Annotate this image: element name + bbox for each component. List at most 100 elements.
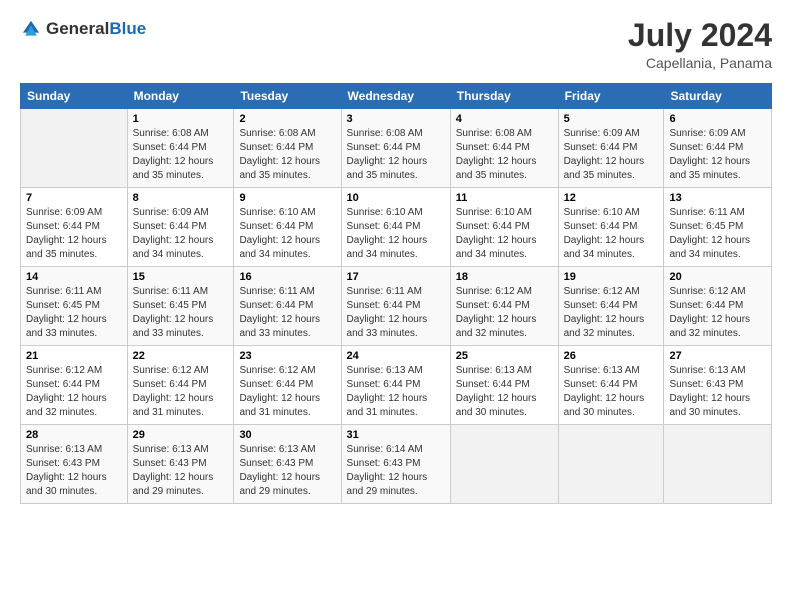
cell-w1-d6: 5Sunrise: 6:09 AMSunset: 6:44 PMDaylight…	[558, 109, 664, 188]
day-info: Sunrise: 6:09 AMSunset: 6:44 PMDaylight:…	[133, 206, 229, 262]
calendar-header: Sunday Monday Tuesday Wednesday Thursday…	[21, 84, 772, 109]
day-number: 26	[564, 350, 659, 362]
day-info: Sunrise: 6:08 AMSunset: 6:44 PMDaylight:…	[456, 127, 553, 183]
day-info: Sunrise: 6:08 AMSunset: 6:44 PMDaylight:…	[239, 127, 335, 183]
main-title: July 2024	[628, 18, 772, 53]
cell-w1-d3: 2 Sunrise: 6:08 AMSunset: 6:44 PMDaylight…	[234, 109, 341, 188]
cell-w3-d6: 19 Sunrise: 6:12 AMSunset: 6:44 PMDayligh…	[558, 267, 664, 346]
day-info: Sunrise: 6:11 AMSunset: 6:45 PMDaylight:…	[133, 285, 229, 341]
cell-w5-d7	[664, 425, 772, 504]
day-info: Sunrise: 6:09 AMSunset: 6:44 PMDaylight:…	[26, 206, 122, 262]
day-info: Sunrise: 6:11 AMSunset: 6:44 PMDaylight:…	[347, 285, 445, 341]
day-number: 19	[564, 271, 659, 283]
day-number: 8	[133, 192, 229, 204]
day-number: 17	[347, 271, 445, 283]
logo-text: GeneralBlue	[46, 19, 146, 39]
cell-w2-d1: 7 Sunrise: 6:09 AMSunset: 6:44 PMDaylight…	[21, 188, 128, 267]
day-info: Sunrise: 6:10 AMSunset: 6:44 PMDaylight:…	[564, 206, 659, 262]
day-info: Sunrise: 6:13 AMSunset: 6:43 PMDaylight:…	[669, 364, 766, 420]
day-info: Sunrise: 6:14 AMSunset: 6:43 PMDaylight:…	[347, 443, 445, 499]
day-number: 31	[347, 429, 445, 441]
header-sunday: Sunday	[21, 84, 128, 109]
day-number: 20	[669, 271, 766, 283]
day-number: 10	[347, 192, 445, 204]
day-number: 5	[564, 113, 659, 125]
cell-w3-d4: 17 Sunrise: 6:11 AMSunset: 6:44 PMDayligh…	[341, 267, 450, 346]
cell-w3-d5: 18 Sunrise: 6:12 AMSunset: 6:44 PMDayligh…	[450, 267, 558, 346]
day-number: 15	[133, 271, 229, 283]
cell-w5-d6	[558, 425, 664, 504]
day-info: Sunrise: 6:08 AMSunset: 6:44 PMDaylight:…	[347, 127, 445, 183]
logo-blue: Blue	[109, 19, 146, 38]
cell-w3-d1: 14 Sunrise: 6:11 AMSunset: 6:45 PMDayligh…	[21, 267, 128, 346]
day-number: 30	[239, 429, 335, 441]
cell-w4-d6: 26Sunrise: 6:13 AMSunset: 6:44 PMDayligh…	[558, 346, 664, 425]
header-row: Sunday Monday Tuesday Wednesday Thursday…	[21, 84, 772, 109]
cell-w3-d7: 20Sunrise: 6:12 AMSunset: 6:44 PMDayligh…	[664, 267, 772, 346]
header: GeneralBlue July 2024 Capellania, Panama	[20, 18, 772, 71]
day-number: 28	[26, 429, 122, 441]
day-number: 25	[456, 350, 553, 362]
day-number: 14	[26, 271, 122, 283]
day-info: Sunrise: 6:13 AMSunset: 6:43 PMDaylight:…	[239, 443, 335, 499]
day-info: Sunrise: 6:13 AMSunset: 6:44 PMDaylight:…	[347, 364, 445, 420]
cell-w4-d1: 21Sunrise: 6:12 AMSunset: 6:44 PMDayligh…	[21, 346, 128, 425]
day-number: 22	[133, 350, 229, 362]
day-info: Sunrise: 6:12 AMSunset: 6:44 PMDaylight:…	[26, 364, 122, 420]
week-row-2: 7 Sunrise: 6:09 AMSunset: 6:44 PMDaylight…	[21, 188, 772, 267]
cell-w3-d3: 16Sunrise: 6:11 AMSunset: 6:44 PMDayligh…	[234, 267, 341, 346]
cell-w4-d2: 22 Sunrise: 6:12 AMSunset: 6:44 PMDayligh…	[127, 346, 234, 425]
day-number: 12	[564, 192, 659, 204]
day-info: Sunrise: 6:13 AMSunset: 6:43 PMDaylight:…	[133, 443, 229, 499]
day-number: 18	[456, 271, 553, 283]
calendar-body: 1 Sunrise: 6:08 AMSunset: 6:44 PMDaylight…	[21, 109, 772, 504]
cell-w5-d1: 28 Sunrise: 6:13 AMSunset: 6:43 PMDayligh…	[21, 425, 128, 504]
header-friday: Friday	[558, 84, 664, 109]
cell-w2-d5: 11 Sunrise: 6:10 AMSunset: 6:44 PMDayligh…	[450, 188, 558, 267]
cell-w4-d4: 24Sunrise: 6:13 AMSunset: 6:44 PMDayligh…	[341, 346, 450, 425]
day-number: 3	[347, 113, 445, 125]
day-info: Sunrise: 6:11 AMSunset: 6:45 PMDaylight:…	[26, 285, 122, 341]
cell-w2-d2: 8 Sunrise: 6:09 AMSunset: 6:44 PMDaylight…	[127, 188, 234, 267]
day-number: 6	[669, 113, 766, 125]
cell-w2-d6: 12 Sunrise: 6:10 AMSunset: 6:44 PMDayligh…	[558, 188, 664, 267]
week-row-1: 1 Sunrise: 6:08 AMSunset: 6:44 PMDaylight…	[21, 109, 772, 188]
day-info: Sunrise: 6:10 AMSunset: 6:44 PMDaylight:…	[456, 206, 553, 262]
week-row-3: 14 Sunrise: 6:11 AMSunset: 6:45 PMDayligh…	[21, 267, 772, 346]
calendar-table: Sunday Monday Tuesday Wednesday Thursday…	[20, 83, 772, 504]
day-number: 11	[456, 192, 553, 204]
day-number: 4	[456, 113, 553, 125]
day-number: 1	[133, 113, 229, 125]
cell-w4-d3: 23Sunrise: 6:12 AMSunset: 6:44 PMDayligh…	[234, 346, 341, 425]
cell-w5-d5	[450, 425, 558, 504]
subtitle: Capellania, Panama	[628, 55, 772, 71]
cell-w1-d4: 3 Sunrise: 6:08 AMSunset: 6:44 PMDaylight…	[341, 109, 450, 188]
day-number: 27	[669, 350, 766, 362]
cell-w2-d4: 10Sunrise: 6:10 AMSunset: 6:44 PMDayligh…	[341, 188, 450, 267]
logo: GeneralBlue	[20, 18, 146, 40]
cell-w4-d7: 27 Sunrise: 6:13 AMSunset: 6:43 PMDayligh…	[664, 346, 772, 425]
cell-w4-d5: 25 Sunrise: 6:13 AMSunset: 6:44 PMDayligh…	[450, 346, 558, 425]
page: GeneralBlue July 2024 Capellania, Panama…	[0, 0, 792, 612]
day-info: Sunrise: 6:13 AMSunset: 6:44 PMDaylight:…	[456, 364, 553, 420]
cell-w2-d3: 9Sunrise: 6:10 AMSunset: 6:44 PMDaylight…	[234, 188, 341, 267]
day-number: 2	[239, 113, 335, 125]
day-info: Sunrise: 6:10 AMSunset: 6:44 PMDaylight:…	[239, 206, 335, 262]
logo-general: General	[46, 19, 109, 38]
day-number: 7	[26, 192, 122, 204]
header-wednesday: Wednesday	[341, 84, 450, 109]
day-info: Sunrise: 6:09 AMSunset: 6:44 PMDaylight:…	[669, 127, 766, 183]
day-info: Sunrise: 6:12 AMSunset: 6:44 PMDaylight:…	[564, 285, 659, 341]
day-number: 16	[239, 271, 335, 283]
cell-w2-d7: 13Sunrise: 6:11 AMSunset: 6:45 PMDayligh…	[664, 188, 772, 267]
header-monday: Monday	[127, 84, 234, 109]
day-info: Sunrise: 6:13 AMSunset: 6:43 PMDaylight:…	[26, 443, 122, 499]
cell-w5-d2: 29Sunrise: 6:13 AMSunset: 6:43 PMDayligh…	[127, 425, 234, 504]
cell-w3-d2: 15 Sunrise: 6:11 AMSunset: 6:45 PMDayligh…	[127, 267, 234, 346]
day-number: 13	[669, 192, 766, 204]
cell-w1-d2: 1Sunrise: 6:08 AMSunset: 6:44 PMDaylight…	[127, 109, 234, 188]
day-info: Sunrise: 6:12 AMSunset: 6:44 PMDaylight:…	[239, 364, 335, 420]
day-info: Sunrise: 6:12 AMSunset: 6:44 PMDaylight:…	[456, 285, 553, 341]
cell-w1-d7: 6 Sunrise: 6:09 AMSunset: 6:44 PMDaylight…	[664, 109, 772, 188]
day-info: Sunrise: 6:12 AMSunset: 6:44 PMDaylight:…	[133, 364, 229, 420]
